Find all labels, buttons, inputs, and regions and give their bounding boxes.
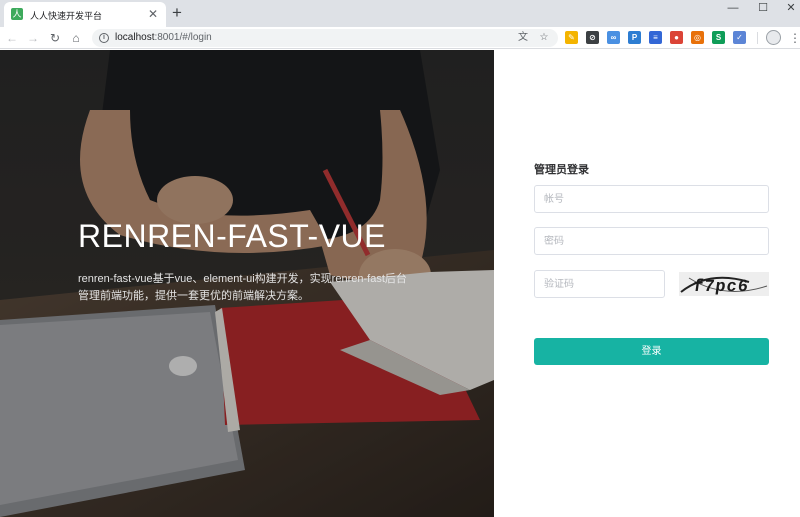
hero-title: RENREN-FAST-VUE [78,218,386,254]
captcha-field[interactable] [534,270,665,298]
captcha-noise: f7pc6 [680,276,768,296]
ext-9-icon[interactable]: ✓ [733,31,746,44]
browser-menu-icon[interactable]: ⋮ [789,30,800,46]
tab-strip: 人 人人快速开发平台 ✕ + — ☐ ✕ [0,0,800,27]
ext-1-icon[interactable]: ✎ [565,31,578,44]
ext-2-icon[interactable]: ⊘ [586,31,599,44]
browser-tab[interactable]: 人 人人快速开发平台 ✕ [4,2,166,27]
tab-close-icon[interactable]: ✕ [148,7,158,21]
home-icon[interactable]: ⌂ [68,30,84,46]
back-icon[interactable]: ← [4,30,20,46]
hero-banner: RENREN-FAST-VUE renren-fast-vue基于vue、ele… [0,50,494,517]
password-input[interactable] [535,228,768,254]
url-host: localhost [115,32,155,43]
ext-3-icon[interactable]: ∞ [607,31,620,44]
login-title: 管理员登录 [534,164,589,176]
bookmark-star-icon[interactable]: ☆ [537,31,551,45]
address-url: localhost:8001/#/login [115,32,212,43]
captcha-text: f7pc6 [691,278,750,296]
login-button[interactable]: 登录 [534,338,769,365]
toolbar-divider [757,32,758,44]
maximize-icon[interactable]: ☐ [748,1,778,15]
tab-title: 人人快速开发平台 [30,11,103,21]
ext-5-icon[interactable]: ≡ [649,31,662,44]
profile-avatar-icon[interactable] [766,30,781,45]
window-close-icon[interactable]: ✕ [776,1,800,15]
captcha-input[interactable] [535,271,664,297]
new-tab-icon[interactable]: + [172,3,182,23]
captcha-image[interactable]: f7pc6 [679,272,769,296]
url-path: :8001/#/login [154,32,212,43]
ext-8-icon[interactable]: S [712,31,725,44]
login-page: RENREN-FAST-VUE renren-fast-vue基于vue、ele… [0,50,800,517]
hero-description: renren-fast-vue基于vue、element-ui构建开发，实现re… [78,273,407,302]
reload-icon[interactable]: ↻ [47,30,63,46]
ext-6-icon[interactable]: ● [670,31,683,44]
ext-4-icon[interactable]: P [628,31,641,44]
password-field[interactable] [534,227,769,255]
login-panel: 管理员登录 f7pc6 登录 [494,50,800,517]
translate-icon[interactable]: 文 [516,31,530,45]
minimize-icon[interactable]: — [718,1,748,15]
ext-7-icon[interactable]: ◎ [691,31,704,44]
site-info-icon[interactable]: i [99,33,109,43]
username-input[interactable] [535,186,768,212]
address-bar[interactable]: i localhost:8001/#/login 文 ☆ [92,29,558,47]
forward-icon[interactable]: → [25,30,41,46]
favicon-icon: 人 [11,8,23,20]
browser-toolbar: ← → ↻ ⌂ i localhost:8001/#/login 文 ☆ ✎ ⊘ ∞… [0,27,800,49]
username-field[interactable] [534,185,769,213]
